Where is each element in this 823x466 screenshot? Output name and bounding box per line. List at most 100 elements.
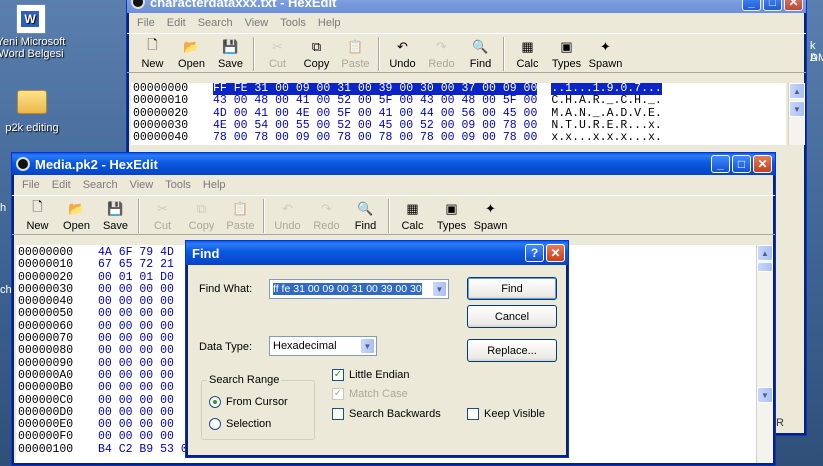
toolbar-new-button[interactable]: 🗋 New — [133, 34, 172, 72]
hex-row-ascii[interactable]: x.x...x.x.x...x. — [551, 131, 661, 144]
toolbar-button-label: New — [26, 220, 49, 232]
hex-row-bytes[interactable]: 00 00 00 00 — [98, 345, 174, 358]
toolbar-undo-button: ↶ Undo — [268, 196, 307, 234]
minimize-button[interactable]: _ — [742, 0, 761, 11]
hex-row[interactable]: 00000040 78 00 78 00 09 00 78 00 78 00 78… — [133, 131, 786, 144]
toolbar-save-button[interactable]: 💾 Save — [96, 196, 135, 234]
hex-row-bytes[interactable]: 78 00 78 00 09 00 78 00 78 00 78 00 09 0… — [213, 131, 537, 144]
from-cursor-label[interactable]: From Cursor — [226, 396, 288, 408]
back-vertical-scrollbar[interactable]: ▲ ▼ — [788, 83, 805, 145]
keep-visible-checkbox[interactable] — [467, 408, 479, 420]
toolbar-save-button[interactable]: 💾 Save — [211, 34, 250, 72]
back-window-titlebar[interactable]: characterdataxxx.txt - HexEdit _ □ ✕ — [127, 0, 806, 13]
toolbar-undo-button[interactable]: ↶ Undo — [383, 34, 422, 72]
toolbar-button-label: Cut — [268, 58, 287, 70]
menu-file[interactable]: File — [16, 179, 46, 191]
front-vertical-scrollbar[interactable]: ▲ ▼ — [756, 245, 773, 463]
menu-search[interactable]: Search — [77, 179, 124, 191]
scissors-icon: ✂ — [157, 201, 168, 216]
toolbar-new-button[interactable]: 🗋 New — [18, 196, 57, 234]
from-cursor-radio[interactable] — [209, 396, 221, 408]
front-window-title: Media.pk2 - HexEdit — [35, 156, 158, 172]
scroll-down-button[interactable]: ▼ — [757, 387, 773, 403]
search-backwards-label[interactable]: Search Backwards — [349, 408, 441, 420]
scroll-down-button[interactable]: ▼ — [789, 101, 805, 117]
little-endian-label[interactable]: Little Endian — [349, 369, 410, 381]
find-dialog-titlebar[interactable]: Find ? ✕ — [186, 241, 568, 265]
menu-tools[interactable]: Tools — [159, 179, 197, 191]
menu-edit[interactable]: Edit — [46, 179, 77, 191]
find-button[interactable]: Find — [467, 277, 557, 300]
toolbar-separator — [388, 199, 390, 233]
minimize-button[interactable]: _ — [711, 155, 730, 173]
little-endian-checkbox[interactable]: ✓ — [332, 369, 344, 381]
selection-label[interactable]: Selection — [226, 418, 271, 430]
toolbar-paste-button: 📋 Paste — [336, 34, 375, 72]
status-fragment: R — [776, 417, 784, 429]
toolbar-open-button[interactable]: 📂 Open — [172, 34, 211, 72]
toolbar-button-label: Redo — [428, 58, 455, 70]
menu-help[interactable]: Help — [312, 17, 347, 29]
scroll-up-button[interactable]: ▲ — [789, 83, 805, 99]
menu-file[interactable]: File — [131, 17, 161, 29]
toolbar-spawn-button[interactable]: ✦ Spawn — [471, 196, 510, 234]
hex-row-ascii[interactable]: C.H.A.R._.C.H._. — [551, 94, 661, 107]
replace-button[interactable]: Replace... — [467, 339, 557, 362]
hex-row-bytes[interactable]: 00 00 00 00 — [98, 431, 174, 444]
find-what-value[interactable]: ff fe 31 00 09 00 31 00 39 00 30 — [273, 283, 422, 295]
maximize-button[interactable]: □ — [732, 155, 751, 173]
hex-row[interactable]: 00000010 43 00 48 00 41 00 52 00 5F 00 43… — [133, 94, 786, 107]
close-button[interactable]: ✕ — [784, 0, 803, 11]
chevron-down-icon[interactable]: ▼ — [432, 281, 447, 297]
find-what-combo[interactable]: ff fe 31 00 09 00 31 00 39 00 30 ▼ — [269, 279, 449, 299]
help-button[interactable]: ? — [525, 244, 544, 262]
toolbar-cut-button: ✂ Cut — [258, 34, 297, 72]
hex-row-bytes[interactable]: 00 00 00 00 — [98, 308, 174, 321]
toolbar-separator — [138, 199, 140, 233]
toolbar-copy-button[interactable]: ⧉ Copy — [297, 34, 336, 72]
toolbar-spawn-button[interactable]: ✦ Spawn — [586, 34, 625, 72]
close-button[interactable]: ✕ — [546, 244, 565, 262]
toolbar-find-button[interactable]: 🔍 Find — [346, 196, 385, 234]
cancel-button[interactable]: Cancel — [467, 305, 557, 328]
menu-view[interactable]: View — [239, 17, 275, 29]
hex-row-bytes[interactable]: 43 00 48 00 41 00 52 00 5F 00 43 00 48 0… — [213, 94, 537, 107]
desktop-icon-p2k-editing[interactable]: p2k editing — [0, 86, 67, 134]
toolbar-find-button[interactable]: 🔍 Find — [461, 34, 500, 72]
keep-visible-label[interactable]: Keep Visible — [484, 408, 545, 420]
hex-row-bytes[interactable]: 00 00 00 00 — [98, 394, 174, 407]
toolbar-calc-button[interactable]: ▦ Calc — [393, 196, 432, 234]
desktop-icon-word-document[interactable]: W Yeni Microsoft Word Belgesi — [0, 4, 66, 60]
toolbar-types-button[interactable]: ▣ Types — [547, 34, 586, 72]
toolbar-calc-button[interactable]: ▦ Calc — [508, 34, 547, 72]
maximize-button[interactable]: □ — [763, 0, 782, 11]
chevron-down-icon[interactable]: ▼ — [360, 338, 375, 354]
scroll-up-button[interactable]: ▲ — [757, 245, 773, 261]
redo-icon: ↷ — [436, 39, 447, 54]
desktop-icon-label: Yeni Microsoft Word Belgesi — [0, 36, 66, 60]
hex-row-bytes[interactable]: 00 00 00 00 — [98, 381, 174, 394]
toolbar-open-button[interactable]: 📂 Open — [57, 196, 96, 234]
toolbar-separator — [253, 37, 255, 71]
hex-row-bytes[interactable]: 67 65 72 21 — [98, 258, 174, 271]
scroll-thumb[interactable] — [757, 262, 773, 272]
toolbar-types-button[interactable]: ▣ Types — [432, 196, 471, 234]
selection-radio[interactable] — [209, 418, 221, 430]
data-type-label: Data Type: — [199, 341, 252, 353]
toolbar-button-label: Undo — [274, 220, 301, 232]
front-window-titlebar[interactable]: Media.pk2 - HexEdit _ □ ✕ — [12, 153, 775, 175]
folder-icon — [17, 90, 47, 114]
find-dialog[interactable]: Find ? ✕ Find What: ff fe 31 00 09 00 31… — [185, 240, 569, 458]
toolbar-button-label: New — [141, 58, 164, 70]
toolbar-button-label: Save — [217, 58, 244, 70]
menu-edit[interactable]: Edit — [161, 17, 192, 29]
menu-search[interactable]: Search — [192, 17, 239, 29]
menu-tools[interactable]: Tools — [274, 17, 312, 29]
menu-help[interactable]: Help — [197, 179, 232, 191]
close-button[interactable]: ✕ — [753, 155, 772, 173]
data-type-select[interactable]: Hexadecimal ▼ — [269, 336, 377, 356]
menu-view[interactable]: View — [124, 179, 160, 191]
search-backwards-checkbox[interactable] — [332, 408, 344, 420]
back-hex-view[interactable]: 00000000 FF FE 31 00 09 00 31 00 39 00 30… — [131, 83, 786, 145]
open-folder-icon: 📂 — [183, 39, 200, 54]
